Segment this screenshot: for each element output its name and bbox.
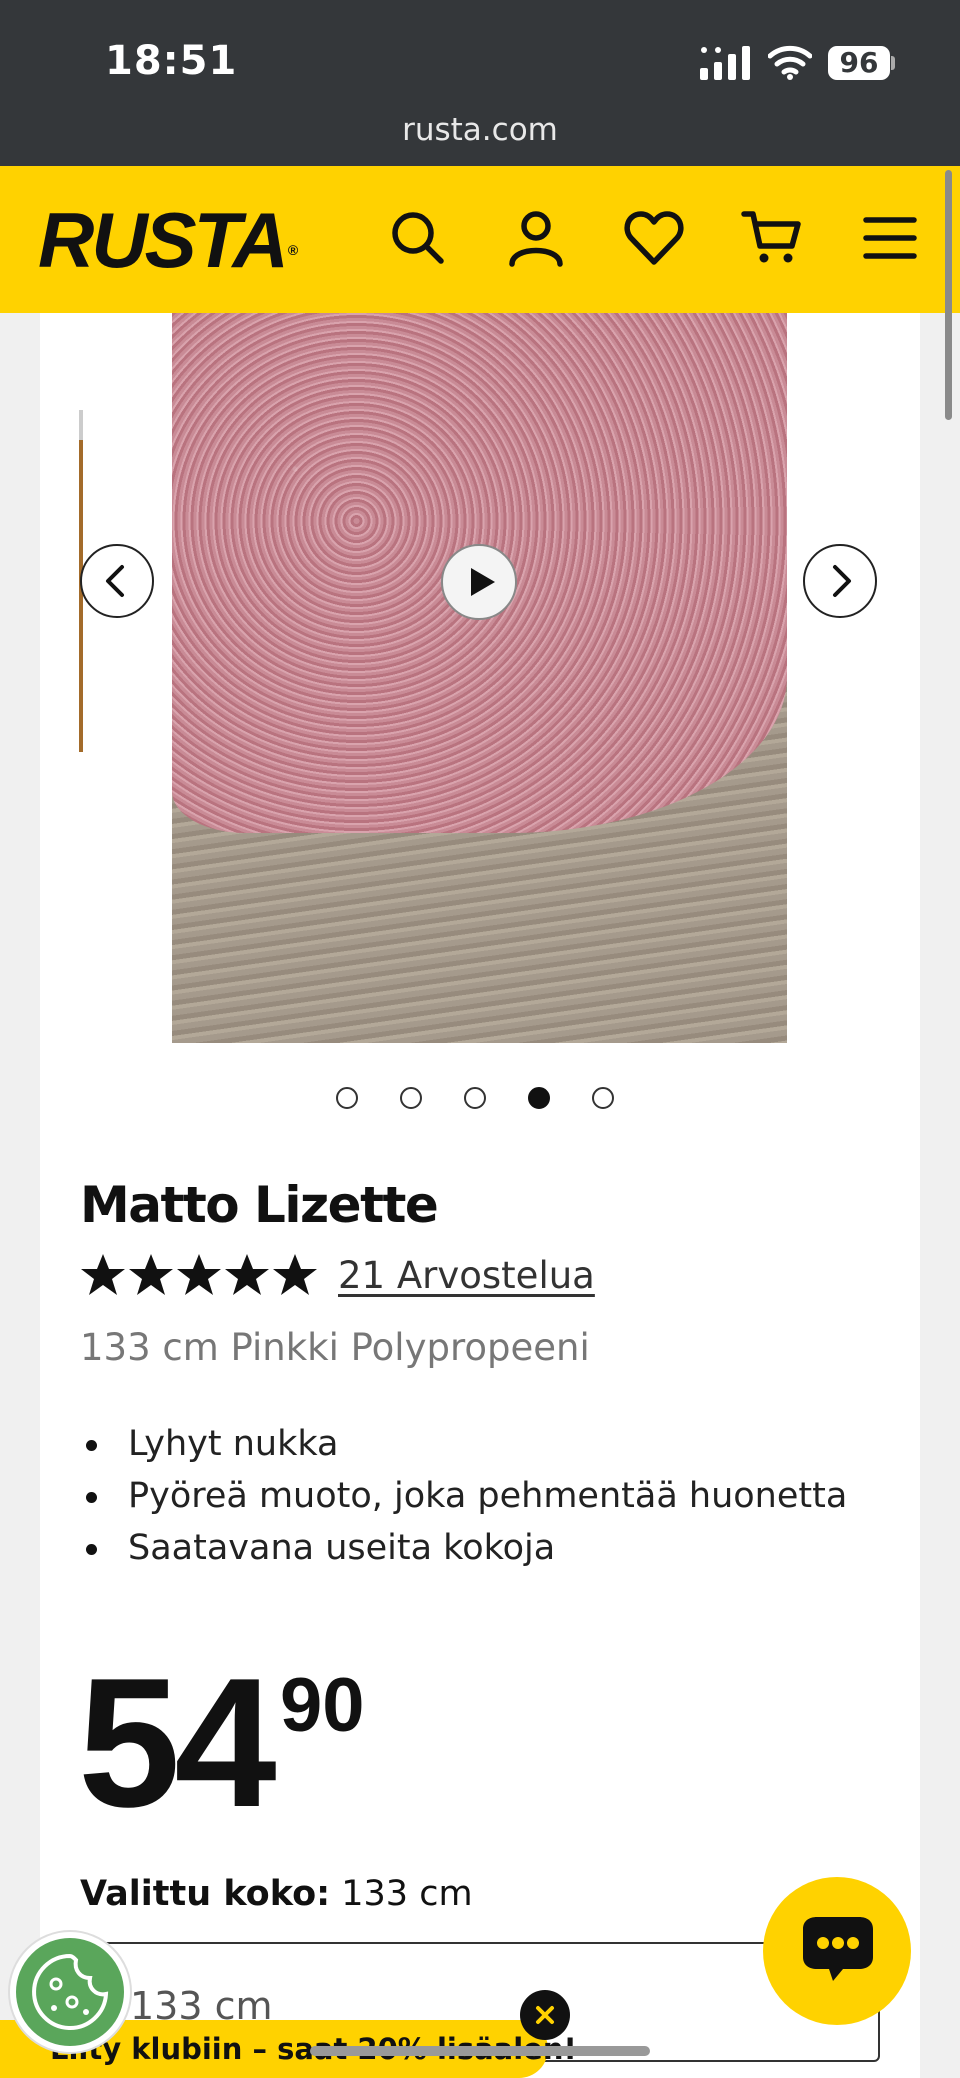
product-variant: 133 cm Pinkki Polypropeeni [80, 1326, 590, 1369]
account-icon[interactable] [504, 206, 568, 270]
product-title: Matto Lizette [80, 1176, 439, 1234]
promo-close-button[interactable] [520, 1990, 570, 2040]
product-image[interactable] [172, 313, 787, 1043]
video-play-button[interactable] [441, 544, 517, 620]
product-features: Lyhyt nukka Pyöreä muoto, joka pehmentää… [80, 1418, 847, 1574]
price-integer: 54 [78, 1639, 277, 1845]
play-icon [471, 568, 495, 596]
battery-tip [891, 56, 895, 70]
cellular-signal-icon [700, 46, 750, 80]
page-scrollbar[interactable] [945, 170, 952, 420]
chat-bubble-icon [803, 1917, 873, 1981]
selected-size-title: Valittu koko: [80, 1874, 331, 1914]
feature-item: Pyöreä muoto, joka pehmentää huonetta [80, 1470, 847, 1522]
home-indicator [310, 2046, 650, 2056]
battery-indicator: 96 [828, 46, 890, 80]
feature-item: Saatavana useita kokoja [80, 1522, 847, 1574]
reviews-link[interactable]: 21 Arvostelua [338, 1254, 595, 1297]
feature-item: Lyhyt nukka [80, 1418, 847, 1470]
gallery-dot[interactable] [464, 1087, 486, 1109]
product-price: 54 90 [78, 1650, 365, 1834]
gallery-prev-button[interactable] [80, 544, 154, 618]
gallery-dot[interactable] [592, 1087, 614, 1109]
selected-size-value: 133 cm [341, 1874, 473, 1914]
gallery-dot[interactable] [400, 1087, 422, 1109]
address-bar-url[interactable]: rusta.com [0, 112, 960, 148]
price-decimals: 90 [280, 1663, 365, 1748]
gallery-dot[interactable] [336, 1087, 358, 1109]
status-time: 18:51 [105, 38, 238, 84]
status-bar: 18:51 96 rusta.com [0, 0, 960, 166]
cart-icon[interactable] [740, 206, 804, 270]
rusta-logo[interactable]: RUSTA ® [38, 200, 298, 280]
gallery-next-button[interactable] [803, 544, 877, 618]
chat-button[interactable] [763, 1877, 911, 2025]
cookie-icon [32, 1953, 109, 2030]
star-icons [81, 1254, 317, 1295]
chevron-right-icon [833, 565, 851, 597]
gallery-dot[interactable] [528, 1087, 550, 1109]
selected-size-label: Valittu koko: 133 cm [80, 1874, 473, 1914]
rating-stars [81, 1254, 317, 1295]
close-icon [536, 2006, 554, 2024]
chevron-left-icon [106, 565, 124, 597]
wishlist-heart-icon[interactable] [622, 206, 686, 270]
wifi-icon [768, 45, 812, 80]
site-header: RUSTA ® [0, 166, 960, 313]
search-icon[interactable] [386, 206, 450, 270]
gallery-thumbnail-top [79, 410, 83, 440]
menu-icon[interactable] [858, 206, 922, 270]
cookie-settings-button[interactable] [10, 1932, 130, 2052]
